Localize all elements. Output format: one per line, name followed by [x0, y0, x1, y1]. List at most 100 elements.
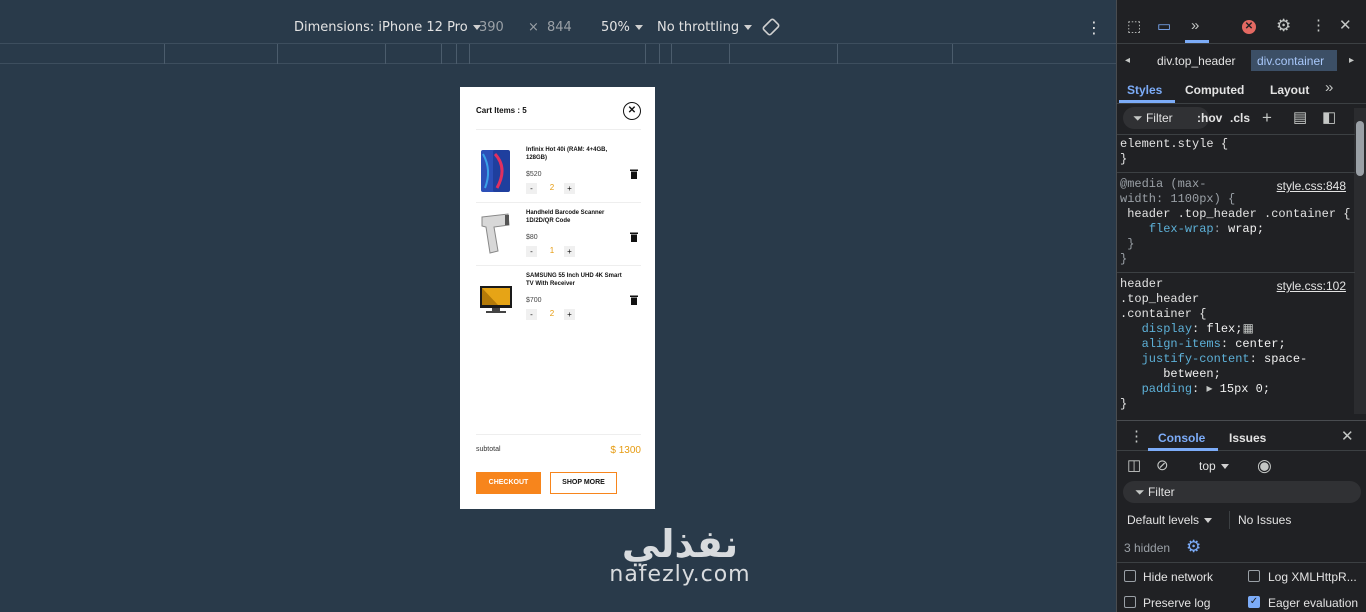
close-icon[interactable]: ✕	[623, 102, 641, 120]
throttling-select[interactable]: No throttling	[657, 20, 753, 35]
context-select[interactable]: top	[1199, 459, 1229, 473]
tab-layout[interactable]: Layout	[1270, 83, 1309, 97]
hide-network-checkbox[interactable]	[1124, 570, 1136, 582]
hidden-row: 3 hidden ⚙	[1117, 538, 1366, 558]
devtools-top-bar: ⬚ ▭ » ✕ ⚙ ⋮ ✕	[1117, 0, 1366, 44]
more-options-icon[interactable]: ⋮	[1086, 18, 1102, 37]
divider	[1117, 272, 1355, 273]
divider	[476, 129, 641, 130]
divider	[1117, 134, 1355, 135]
media-query-ruler[interactable]	[0, 43, 1116, 64]
drawer-menu-icon[interactable]: ⋮	[1129, 429, 1144, 445]
source-link[interactable]: style.css:102	[1277, 279, 1346, 293]
watermark-arabic: نفذلي	[621, 522, 739, 566]
breadcrumb-item[interactable]: div.top_header	[1157, 54, 1236, 68]
watermark-latin: nafezly.com	[609, 562, 751, 587]
dimensions-select[interactable]: Dimensions: iPhone 12 Pro	[294, 20, 481, 35]
cls-toggle[interactable]: .cls	[1230, 111, 1250, 125]
decrease-button[interactable]: -	[526, 246, 537, 257]
log-xhr-checkbox[interactable]	[1248, 570, 1260, 582]
sidebar-toggle-icon[interactable]: ◧	[1322, 110, 1336, 126]
mobile-viewport: Cart Items : 5 ✕ Infinix Hot 40i (RAM: 4…	[460, 87, 655, 509]
styles-tabbar: Styles Computed Layout »	[1117, 78, 1366, 104]
trash-icon[interactable]	[630, 292, 638, 305]
divider	[476, 265, 641, 266]
cart-item: Infinix Hot 40i (RAM: 4+4GB, 128GB) $520…	[476, 146, 641, 206]
zoom-select[interactable]: 50%	[601, 20, 643, 35]
scrollbar-track[interactable]	[1354, 108, 1366, 414]
rule-top-header-container[interactable]: header .top_header .container { display:…	[1120, 277, 1307, 412]
tab-console[interactable]: Console	[1158, 431, 1205, 445]
error-icon[interactable]: ✕	[1242, 20, 1256, 34]
shop-more-button[interactable]: SHOP MORE	[550, 472, 617, 494]
drawer-tabbar: ⋮ Console Issues ✕	[1117, 420, 1366, 451]
active-tab-indicator	[1185, 40, 1209, 43]
device-toggle-icon[interactable]: ▭	[1157, 19, 1171, 35]
item-price: $80	[526, 234, 538, 241]
eye-icon[interactable]: ◉	[1257, 457, 1272, 474]
flex-editor-icon[interactable]: ▦	[1242, 322, 1253, 336]
sidebar-toggle-icon[interactable]: ◫	[1127, 458, 1141, 474]
subtotal-label: subtotal	[476, 446, 501, 453]
checkout-button[interactable]: CHECKOUT	[476, 472, 541, 494]
tab-computed[interactable]: Computed	[1185, 83, 1244, 97]
more-vert-icon[interactable]: ⋮	[1311, 18, 1326, 34]
hov-toggle[interactable]: :hov	[1197, 111, 1222, 125]
preserve-log-checkbox[interactable]	[1124, 596, 1136, 608]
more-tabs-icon[interactable]: »	[1191, 18, 1199, 34]
scrollbar-thumb[interactable]	[1356, 121, 1364, 176]
close-drawer-icon[interactable]: ✕	[1341, 429, 1354, 445]
scroll-left-icon[interactable]: ◂	[1125, 53, 1130, 69]
expand-triangle-icon[interactable]: ▸	[1206, 382, 1212, 396]
more-tabs-icon[interactable]: »	[1325, 80, 1333, 96]
active-tab-indicator	[1119, 100, 1175, 103]
clear-console-icon[interactable]: ⊘	[1156, 458, 1169, 474]
increase-button[interactable]: +	[564, 309, 575, 320]
increase-button[interactable]: +	[564, 246, 575, 257]
gear-icon[interactable]: ⚙	[1276, 17, 1291, 34]
divider	[476, 202, 641, 203]
decrease-button[interactable]: -	[526, 183, 537, 194]
quantity-value[interactable]: 2	[546, 183, 558, 192]
divider	[1117, 562, 1366, 563]
quantity-value[interactable]: 1	[546, 246, 558, 255]
default-levels-select[interactable]: Default levels	[1127, 513, 1213, 527]
rotate-icon[interactable]	[761, 17, 781, 41]
increase-button[interactable]: +	[564, 183, 575, 194]
item-price: $700	[526, 297, 542, 304]
width-input[interactable]: 390	[479, 20, 504, 35]
quantity-value[interactable]: 2	[546, 309, 558, 318]
tab-styles[interactable]: Styles	[1127, 83, 1162, 97]
tab-issues[interactable]: Issues	[1229, 431, 1266, 445]
watermark: نفذلي nafezly.com	[560, 520, 800, 612]
eager-evaluation-checkbox[interactable]: ✓	[1248, 596, 1260, 608]
trash-icon[interactable]	[630, 166, 638, 179]
active-tab-indicator	[1148, 448, 1218, 451]
device-toolbar: Dimensions: iPhone 12 Pro 390 × 844 50% …	[0, 12, 1116, 44]
hidden-count: 3 hidden	[1124, 541, 1171, 555]
paint-icon[interactable]: ▤	[1293, 110, 1307, 126]
breadcrumb-item-active[interactable]: div.container	[1251, 50, 1337, 71]
styles-filter-bar: ⏷ Filter :hov .cls + ▤ ◧	[1117, 107, 1366, 131]
item-name: Handheld Barcode Scanner 1D/2D/QR Code	[526, 210, 605, 224]
log-xhr-label: Log XMLHttpR...	[1268, 570, 1357, 584]
cart-item: SAMSUNG 55 Inch UHD 4K Smart TV With Rec…	[476, 272, 641, 332]
console-toolbar: ◫ ⊘ top ◉	[1117, 454, 1366, 480]
scroll-right-icon[interactable]: ▸	[1349, 53, 1354, 69]
viewport-area: Dimensions: iPhone 12 Pro 390 × 844 50% …	[0, 0, 1116, 612]
subtotal-value: $ 1300	[610, 445, 641, 456]
trash-icon[interactable]	[630, 229, 638, 242]
decrease-button[interactable]: -	[526, 309, 537, 320]
scanner-product-image	[478, 211, 514, 255]
inspect-element-icon[interactable]: ⬚	[1127, 19, 1141, 35]
add-rule-icon[interactable]: +	[1262, 109, 1272, 126]
eager-evaluation-label: Eager evaluation	[1268, 596, 1359, 610]
gear-icon[interactable]: ⚙	[1186, 538, 1201, 555]
close-icon[interactable]: ✕	[1339, 18, 1352, 34]
source-link[interactable]: style.css:848	[1277, 179, 1346, 193]
rule-element-style[interactable]: element.style { }	[1120, 137, 1228, 167]
height-input[interactable]: 844	[547, 20, 572, 35]
console-filter-bar: ⏷ Filter	[1117, 481, 1366, 503]
console-filter-input[interactable]: ⏷ Filter	[1123, 481, 1361, 503]
preserve-log-label: Preserve log	[1143, 596, 1211, 610]
